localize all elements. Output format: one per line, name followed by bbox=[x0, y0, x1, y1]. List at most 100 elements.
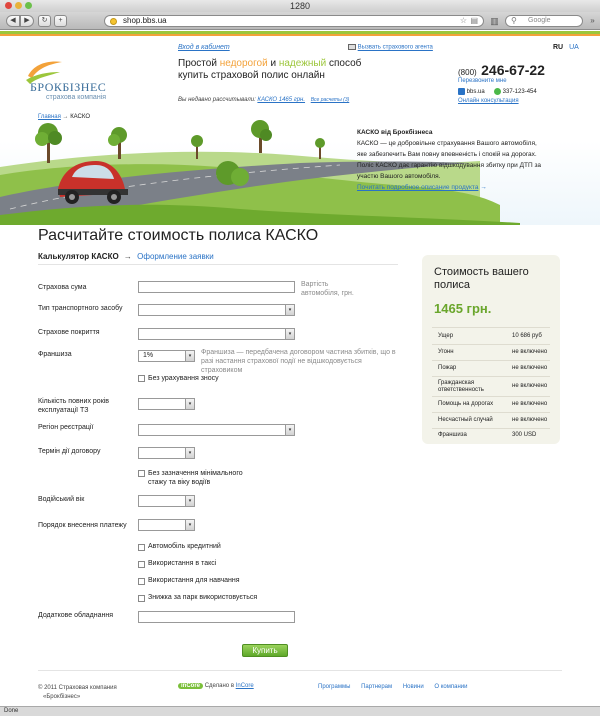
equipment-input[interactable] bbox=[138, 611, 295, 623]
wear-checkbox[interactable] bbox=[138, 375, 145, 382]
tagline-word-reliable: надежный bbox=[278, 58, 327, 69]
credit-checkbox[interactable] bbox=[138, 544, 145, 551]
step-calculator: Калькулятор КАСКО bbox=[38, 252, 119, 261]
vehicle-select[interactable]: ▾ bbox=[138, 304, 295, 316]
footer-link-partners[interactable]: Партнерам bbox=[361, 684, 392, 690]
buy-button[interactable]: Купить bbox=[242, 644, 288, 657]
agent-icon bbox=[348, 44, 356, 50]
breadcrumb: Главная → КАСКО bbox=[38, 114, 90, 120]
incore-link[interactable]: InCore bbox=[236, 683, 254, 689]
recent-calc-link[interactable]: КАСКО 1465 грн. bbox=[257, 97, 305, 103]
phone-prefix: (800) bbox=[458, 68, 477, 77]
bookmark-star-icon[interactable]: ☆ bbox=[460, 16, 467, 26]
zoom-window-icon[interactable] bbox=[25, 2, 32, 9]
promo-text: КАСКО — це добровільне страхування Вашог… bbox=[357, 140, 542, 180]
top-accent-orange bbox=[0, 34, 600, 36]
logo-subtitle: страхова компанія bbox=[46, 94, 107, 101]
fleet-checkbox[interactable] bbox=[138, 595, 145, 602]
franchise-hint: Франшиза — передбачена договором частина… bbox=[201, 349, 396, 374]
promo-more-link[interactable]: Почитать подробное описание продукта bbox=[357, 184, 478, 191]
back-arrow-icon: ◀ bbox=[10, 17, 16, 24]
nolimit-checkbox-label: Без зазначення мінімального стажу та вік… bbox=[148, 470, 243, 486]
minimize-window-icon[interactable] bbox=[15, 2, 22, 9]
reload-button[interactable]: ↻ bbox=[38, 15, 51, 27]
reload-icon: ↻ bbox=[41, 17, 48, 24]
logo-name: БРОКБІЗНЕС bbox=[30, 80, 107, 94]
copyright: © 2011 Страховая компания «Брокбізнес» bbox=[38, 685, 117, 700]
site-logo[interactable]: БРОКБІЗНЕС страхова компанія bbox=[24, 58, 144, 106]
step-application[interactable]: Оформление заявки bbox=[137, 252, 214, 261]
sum-label: Страхова сума bbox=[38, 284, 87, 291]
callback-link[interactable]: Перезвоните мне bbox=[458, 78, 507, 84]
region-select[interactable]: ▾ bbox=[138, 424, 295, 436]
breadcrumb-home[interactable]: Главная bbox=[38, 114, 61, 120]
menu-icon[interactable]: » bbox=[586, 15, 599, 27]
nolimit-checkbox[interactable] bbox=[138, 470, 145, 477]
coverage-select[interactable]: ▾ bbox=[138, 328, 295, 340]
driver-age-label: Водійський вік bbox=[38, 496, 85, 503]
icq-contact[interactable]: 337-123-454 bbox=[494, 88, 537, 95]
lang-ru[interactable]: RU bbox=[553, 44, 563, 51]
phone-number: 246-67-22 bbox=[481, 62, 545, 78]
page-title: Расчитайте стоимость полиса КАСКО bbox=[38, 227, 319, 244]
chevron-down-icon: ▾ bbox=[285, 329, 294, 339]
panel-price: 1465 грн. bbox=[434, 301, 492, 316]
region-label: Регіон реєстрації bbox=[38, 424, 94, 431]
promo-title: КАСКО від Брокбізнеса bbox=[357, 129, 433, 136]
footer-link-about[interactable]: О компании bbox=[434, 684, 467, 690]
forward-arrow-icon: ▶ bbox=[24, 17, 30, 24]
site-favicon-icon bbox=[110, 18, 117, 25]
close-window-icon[interactable] bbox=[5, 2, 12, 9]
reader-icon[interactable]: ▥ bbox=[488, 15, 501, 27]
breadcrumb-current: КАСКО bbox=[70, 114, 90, 120]
all-calcs-link[interactable]: Все расчеты (3) bbox=[311, 97, 350, 103]
years-select[interactable]: ▾ bbox=[138, 398, 195, 410]
skype-icon bbox=[458, 88, 465, 95]
footer-link-news[interactable]: Новини bbox=[403, 684, 424, 690]
cabinet-link[interactable]: Вход в кабинет bbox=[178, 44, 230, 51]
footer-link-programs[interactable]: Программы bbox=[318, 684, 350, 690]
search-placeholder: Google bbox=[528, 17, 551, 24]
skype-contact[interactable]: bbs.ua bbox=[458, 88, 485, 95]
tagline-word-cheap: недорогой bbox=[219, 58, 268, 69]
lang-ua[interactable]: UA bbox=[569, 44, 579, 51]
rss-icon[interactable]: ▤ bbox=[470, 16, 478, 26]
footer-divider bbox=[38, 670, 562, 671]
agent-call[interactable]: Вызвать страхового агента bbox=[348, 44, 433, 51]
window-titlebar: 1280 bbox=[0, 0, 600, 12]
chevron-down-icon: ▾ bbox=[185, 448, 194, 458]
back-button[interactable]: ◀ bbox=[6, 15, 20, 27]
training-checkbox-label: Використання для навчання bbox=[148, 577, 240, 584]
window-title: 1280 bbox=[289, 1, 311, 11]
term-select[interactable]: ▾ bbox=[138, 447, 195, 459]
recent-calcs: Вы недавно рассчитывали: КАСКО 1465 грн.… bbox=[178, 97, 350, 103]
tree-4 bbox=[251, 120, 272, 153]
payment-select[interactable]: ▾ bbox=[138, 519, 195, 531]
incore-logo-icon[interactable]: inCore bbox=[178, 683, 204, 689]
status-bar: Done bbox=[0, 706, 600, 716]
search-bar[interactable]: ⚲ Google bbox=[505, 15, 583, 27]
wear-checkbox-label: Без урахування зносу bbox=[148, 375, 219, 382]
tagline: Простой недорогой и надежный способ купи… bbox=[178, 58, 362, 81]
taxi-checkbox[interactable] bbox=[138, 561, 145, 568]
taxi-checkbox-label: Використання в таксі bbox=[148, 560, 217, 567]
online-consult-link[interactable]: Онлайн консультация bbox=[458, 98, 519, 104]
franchise-select[interactable]: 1% ▾ bbox=[138, 350, 195, 362]
forward-button[interactable]: ▶ bbox=[20, 15, 34, 27]
sum-input[interactable] bbox=[138, 281, 295, 293]
tree-5 bbox=[315, 138, 325, 159]
browser-toolbar: ◀ ▶ ↻ + shop.bbs.ua ☆ ▤ ▥ ⚲ Google » bbox=[0, 12, 600, 30]
payment-label: Порядок внесення платежу bbox=[38, 522, 127, 529]
driver-age-select[interactable]: ▾ bbox=[138, 495, 195, 507]
address-bar[interactable]: shop.bbs.ua ☆ ▤ bbox=[104, 15, 484, 27]
add-bookmark-button[interactable]: + bbox=[54, 15, 67, 27]
agent-link[interactable]: Вызвать страхового агента bbox=[358, 45, 433, 51]
coverage-label: Страхове покриття bbox=[38, 329, 100, 336]
promo-block: КАСКО від Брокбізнеса КАСКО — це доброві… bbox=[357, 127, 547, 193]
training-checkbox[interactable] bbox=[138, 578, 145, 585]
made-by: inCore Сделано в InCore bbox=[178, 683, 254, 689]
chevron-down-icon: ▾ bbox=[285, 305, 294, 315]
vehicle-label: Тип транспортного засобу bbox=[38, 305, 123, 312]
chevron-down-icon: ▾ bbox=[285, 425, 294, 435]
address-text: shop.bbs.ua bbox=[123, 16, 167, 25]
